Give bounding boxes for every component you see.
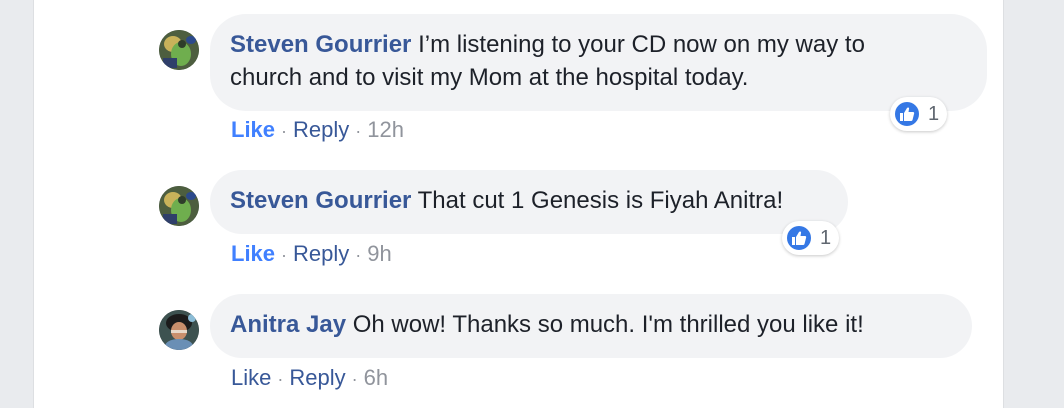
like-link[interactable]: Like bbox=[231, 241, 275, 266]
timestamp[interactable]: 6h bbox=[364, 365, 388, 390]
comment-text: church and to visit my Mom at the hospit… bbox=[230, 64, 749, 91]
like-link[interactable]: Like bbox=[231, 365, 271, 390]
comment-text: Oh wow! Thanks so much. I'm thrilled you… bbox=[352, 311, 864, 338]
comment-bubble: Steven Gourrier That cut 1 Genesis is Fi… bbox=[210, 170, 848, 234]
separator: · bbox=[351, 369, 358, 389]
separator: · bbox=[355, 121, 362, 141]
comment-author[interactable]: Steven Gourrier bbox=[230, 187, 411, 214]
avatar[interactable] bbox=[159, 30, 199, 70]
reaction-count: 1 bbox=[820, 226, 832, 249]
comment-actions: Like · Reply · 12h bbox=[231, 117, 404, 143]
reaction-count: 1 bbox=[928, 102, 940, 125]
timestamp[interactable]: 12h bbox=[367, 117, 404, 142]
avatar[interactable] bbox=[159, 186, 199, 226]
separator: · bbox=[277, 369, 284, 389]
thumbs-up-icon bbox=[785, 224, 813, 252]
thumbs-up-icon bbox=[893, 100, 921, 128]
comment-author[interactable]: Steven Gourrier bbox=[230, 31, 411, 58]
comment-bubble: Anitra Jay Oh wow! Thanks so much. I'm t… bbox=[210, 294, 972, 358]
reply-link[interactable]: Reply bbox=[293, 241, 349, 266]
reply-link[interactable]: Reply bbox=[289, 365, 345, 390]
timestamp[interactable]: 9h bbox=[367, 241, 391, 266]
reaction-summary[interactable]: 1 bbox=[782, 221, 840, 255]
comment-author[interactable]: Anitra Jay bbox=[230, 311, 346, 338]
reaction-summary[interactable]: 1 bbox=[890, 97, 948, 131]
separator: · bbox=[281, 245, 288, 265]
avatar[interactable] bbox=[159, 310, 199, 350]
separator: · bbox=[281, 121, 288, 141]
comment-text: That cut 1 Genesis is Fiyah Anitra! bbox=[417, 187, 784, 214]
like-link[interactable]: Like bbox=[231, 117, 275, 142]
comment-actions: Like · Reply · 6h bbox=[231, 365, 388, 391]
comment-text: I’m listening to your CD now on my way t… bbox=[418, 31, 865, 58]
separator: · bbox=[355, 245, 362, 265]
comment-actions: Like · Reply · 9h bbox=[231, 241, 392, 267]
reply-link[interactable]: Reply bbox=[293, 117, 349, 142]
comment-bubble: Steven Gourrier I’m listening to your CD… bbox=[210, 14, 987, 111]
comment-thread: Steven Gourrier I’m listening to your CD… bbox=[33, 0, 1004, 408]
